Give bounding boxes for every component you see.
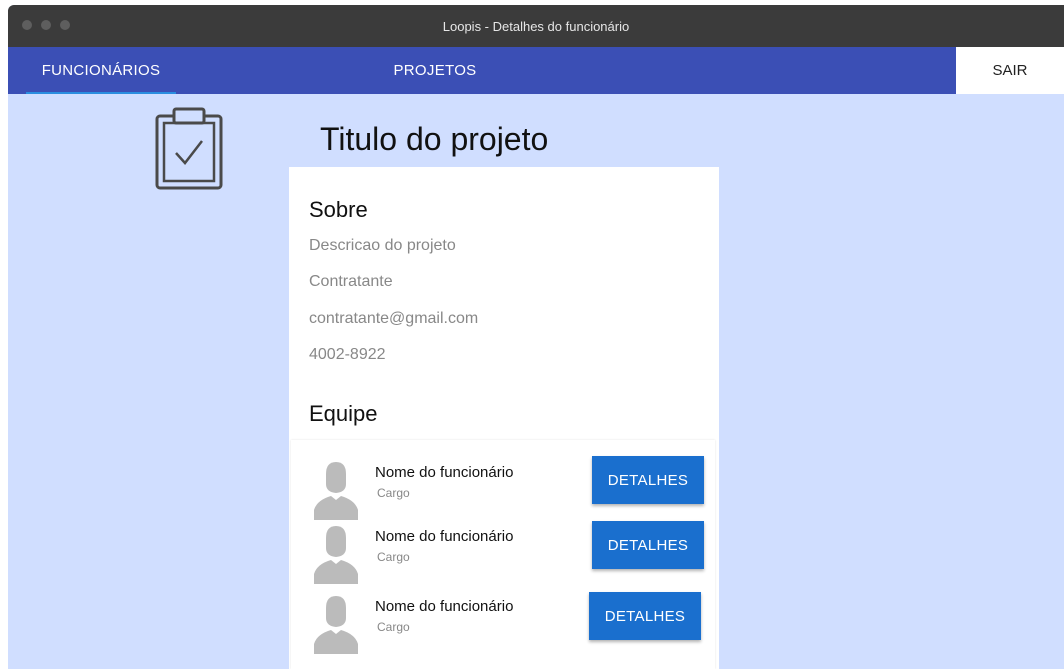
project-title: Titulo do projeto: [320, 121, 549, 157]
tab-funcionarios[interactable]: FUNCIONÁRIOS: [26, 47, 176, 94]
team-list: Nome do funcionário Cargo DETALHES Nome …: [291, 440, 715, 669]
list-item: Nome do funcionário Cargo DETALHES: [291, 521, 715, 596]
member-name: Nome do funcionário: [375, 464, 514, 481]
client-email: contratante@gmail.com: [309, 310, 479, 327]
window-controls: [22, 20, 70, 30]
person-avatar-icon: [314, 462, 358, 520]
top-navbar: FUNCIONÁRIOS PROJETOS: [8, 47, 956, 94]
project-details-card: Sobre Descricao do projeto Contratante c…: [289, 167, 719, 669]
client-name: Contratante: [309, 273, 393, 290]
clipboard-check-icon: [155, 107, 223, 190]
window-title: Loopis - Detalhes do funcionário: [442, 18, 630, 34]
client-phone: 4002-8922: [309, 346, 386, 363]
about-heading: Sobre: [309, 197, 368, 222]
logout-button[interactable]: SAIR: [956, 47, 1064, 94]
member-name: Nome do funcionário: [375, 528, 514, 545]
maximize-window-button[interactable]: [60, 20, 70, 30]
member-role: Cargo: [377, 620, 410, 634]
app-window: Loopis - Detalhes do funcionário FUNCION…: [8, 5, 1064, 669]
list-item: Nome do funcionário Cargo DETALHES: [291, 592, 715, 666]
member-details-button[interactable]: DETALHES: [592, 521, 704, 569]
close-window-button[interactable]: [22, 20, 32, 30]
tab-projetos[interactable]: PROJETOS: [360, 47, 510, 94]
member-details-button[interactable]: DETALHES: [589, 592, 701, 640]
member-role: Cargo: [377, 486, 410, 500]
member-role: Cargo: [377, 550, 410, 564]
title-bar: Loopis - Detalhes do funcionário: [8, 5, 1064, 47]
person-avatar-icon: [314, 596, 358, 654]
member-name: Nome do funcionário: [375, 598, 514, 615]
person-avatar-icon: [314, 526, 358, 584]
team-heading: Equipe: [309, 401, 378, 426]
project-description: Descricao do projeto: [309, 237, 456, 254]
member-details-button[interactable]: DETALHES: [592, 456, 704, 504]
minimize-window-button[interactable]: [41, 20, 51, 30]
